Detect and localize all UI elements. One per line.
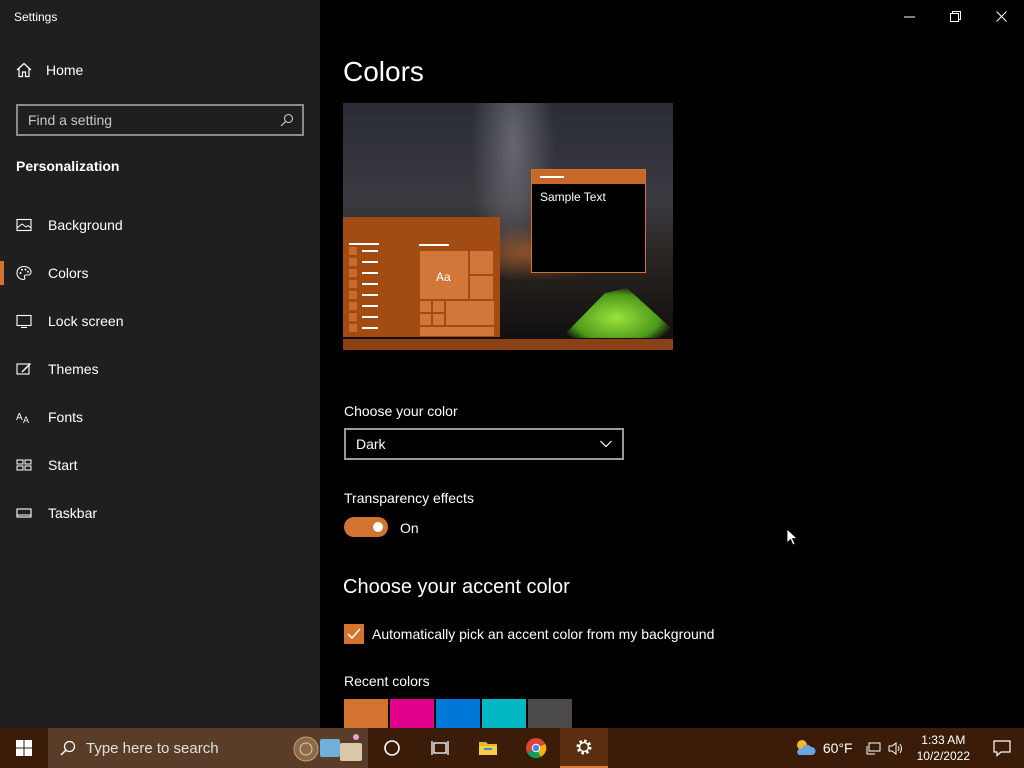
preview-tile-text: Aa (436, 270, 451, 284)
preview-tiles: Aa (419, 244, 495, 337)
sidebar-item-background[interactable]: Background (0, 201, 320, 249)
auto-accent-label: Automatically pick an accent color from … (372, 626, 715, 642)
clock[interactable]: 1:33 AM 10/2/2022 (907, 732, 980, 764)
sidebar-item-fonts[interactable]: AA Fonts (0, 393, 320, 441)
sidebar-item-lock-screen[interactable]: Lock screen (0, 297, 320, 345)
lock-screen-icon (16, 314, 32, 329)
cortana-button[interactable] (368, 728, 416, 768)
mouse-cursor-icon (786, 528, 798, 546)
recent-colors-label: Recent colors (344, 673, 430, 689)
theme-preview: Aa Sample Text (343, 103, 673, 350)
sidebar-item-taskbar[interactable]: Taskbar (0, 489, 320, 537)
sidebar-item-start[interactable]: Start (0, 441, 320, 489)
taskbar-search-box[interactable]: Type here to search (48, 728, 368, 768)
folder-icon (479, 742, 497, 755)
fonts-icon: AA (16, 412, 29, 425)
sidebar-item-label: Taskbar (48, 505, 98, 521)
window-title: Settings (14, 10, 58, 24)
preview-taskbar (343, 339, 673, 350)
restore-button[interactable] (932, 0, 978, 32)
themes-icon (16, 363, 31, 375)
picture-icon (16, 218, 32, 232)
window-controls (886, 0, 1024, 32)
clock-time: 1:33 AM (921, 733, 966, 747)
transparency-state: On (400, 520, 419, 536)
windows-logo-icon (16, 740, 32, 756)
task-view-icon (431, 741, 449, 755)
sidebar-home[interactable]: Home (16, 62, 83, 78)
sidebar-item-label: Background (48, 217, 123, 233)
taskbar-icon (16, 508, 32, 518)
transparency-label: Transparency effects (344, 490, 474, 506)
network-button[interactable] (863, 728, 885, 768)
sidebar-item-label: Fonts (48, 409, 84, 425)
sidebar-item-label: Lock screen (48, 313, 124, 329)
taskbar: Type here to search 60°F 1:33 AM 10/2/20… (0, 728, 1024, 768)
cortana-icon (384, 740, 400, 756)
sidebar-nav: Background Colors Lock screen Themes AA … (0, 201, 320, 537)
system-tray: 60°F 1:33 AM 10/2/2022 (783, 728, 1024, 768)
start-button[interactable] (0, 728, 48, 768)
weather-partly-cloudy-icon (796, 740, 816, 755)
palette-icon (16, 265, 32, 281)
restore-icon (949, 10, 961, 22)
task-view-button[interactable] (416, 728, 464, 768)
file-explorer-button[interactable] (464, 728, 512, 768)
preview-sample-text: Sample Text (540, 190, 606, 204)
section-title: Personalization (16, 158, 120, 174)
minimize-icon (903, 16, 915, 17)
taskbar-search-placeholder: Type here to search (86, 739, 219, 757)
accent-color-heading: Choose your accent color (343, 576, 570, 598)
weather-temp: 60°F (822, 740, 853, 756)
speaker-icon (888, 741, 903, 755)
gear-icon (576, 739, 592, 755)
search-icon[interactable] (280, 113, 294, 127)
sidebar-item-label: Colors (48, 265, 89, 281)
notification-icon (993, 740, 1011, 757)
close-icon (995, 10, 1007, 22)
volume-button[interactable] (885, 728, 907, 768)
search-highlight-icon (293, 734, 362, 762)
clock-date: 10/2/2022 (916, 749, 970, 763)
recent-color-swatch[interactable] (344, 699, 388, 728)
svg-text:A: A (16, 412, 23, 423)
start-icon (16, 459, 32, 471)
find-setting-search[interactable] (16, 104, 304, 136)
recent-color-swatch[interactable] (390, 699, 434, 728)
preview-window: Sample Text (531, 169, 646, 273)
choose-color-value: Dark (356, 436, 386, 452)
recent-color-swatch[interactable] (436, 699, 480, 728)
sidebar-item-colors[interactable]: Colors (0, 249, 320, 297)
recent-colors (344, 699, 572, 728)
network-icon (866, 742, 881, 754)
auto-accent-checkbox[interactable] (344, 624, 364, 644)
close-button[interactable] (978, 0, 1024, 32)
sidebar: Settings Home Personalization Background… (0, 0, 320, 728)
settings-taskbar-button[interactable] (560, 728, 608, 768)
search-icon (60, 740, 76, 756)
chrome-icon (526, 738, 547, 759)
preview-tent (561, 288, 671, 338)
choose-color-label: Choose your color (344, 403, 458, 419)
chevron-down-icon (600, 440, 612, 448)
recent-color-swatch[interactable] (482, 699, 526, 728)
sidebar-item-label: Themes (48, 361, 99, 377)
recent-color-swatch[interactable] (528, 699, 572, 728)
chrome-button[interactable] (512, 728, 560, 768)
minimize-button[interactable] (886, 0, 932, 32)
search-input[interactable] (28, 112, 280, 128)
checkmark-icon (347, 628, 361, 640)
sidebar-item-themes[interactable]: Themes (0, 345, 320, 393)
choose-color-dropdown[interactable]: Dark (344, 428, 624, 460)
sidebar-item-label: Start (48, 457, 78, 473)
home-label: Home (46, 62, 84, 78)
home-icon (16, 62, 32, 78)
transparency-toggle[interactable] (344, 517, 388, 537)
action-center-button[interactable] (980, 728, 1024, 768)
page-title: Colors (343, 56, 424, 87)
weather-widget[interactable]: 60°F (783, 738, 863, 758)
svg-text:A: A (23, 415, 29, 425)
